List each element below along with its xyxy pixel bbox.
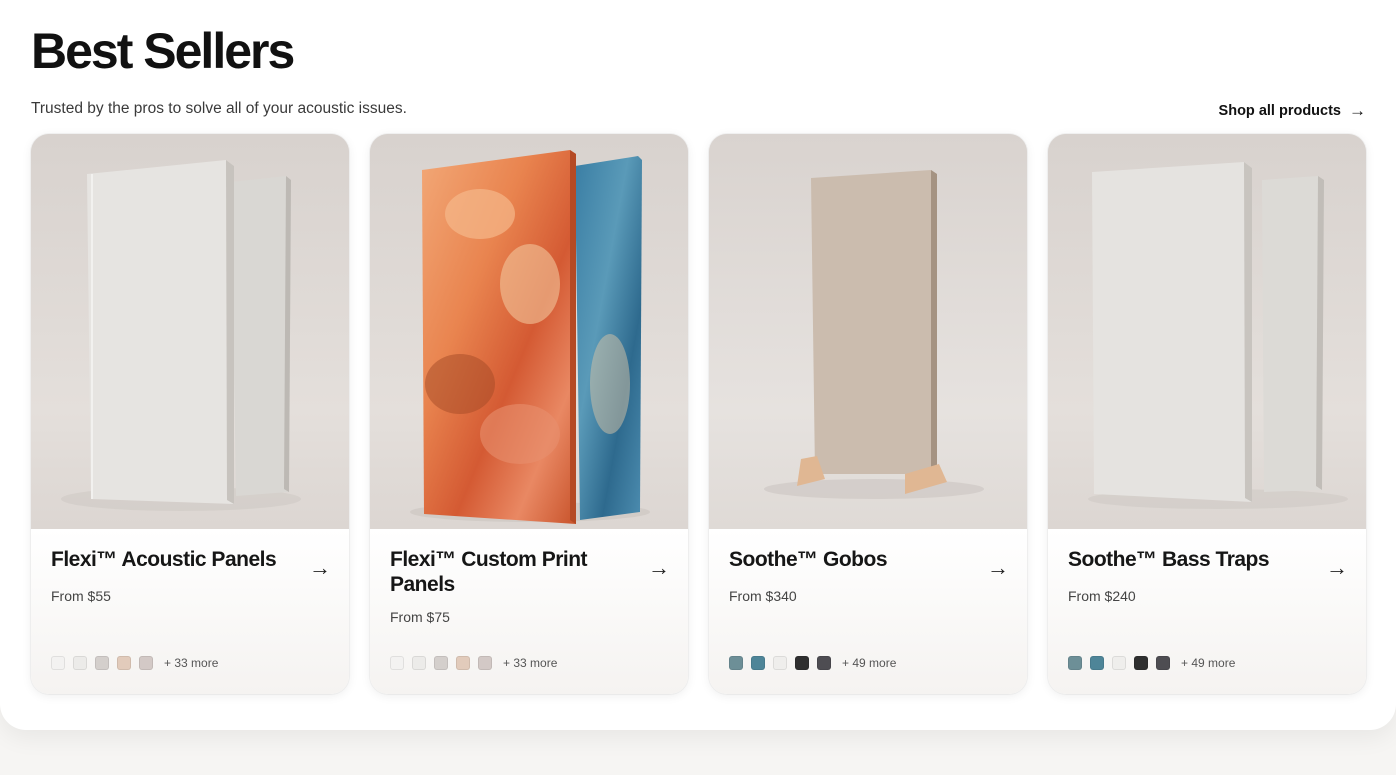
arrow-right-icon[interactable]: →	[648, 555, 670, 581]
product-price: From $55	[51, 588, 111, 604]
color-swatch[interactable]	[1090, 656, 1104, 670]
product-image	[709, 134, 1027, 529]
arrow-right-icon[interactable]: →	[987, 555, 1009, 581]
color-swatch[interactable]	[117, 656, 131, 670]
color-swatch[interactable]	[139, 656, 153, 670]
shop-all-link[interactable]: Shop all products →	[1219, 101, 1366, 121]
color-swatch[interactable]	[456, 656, 470, 670]
shop-all-label: Shop all products	[1218, 103, 1341, 119]
product-info: Flexi™ Acoustic Panels → From $55 + 33 m…	[31, 529, 349, 694]
color-swatches: + 33 more	[51, 656, 218, 670]
product-price: From $340	[729, 588, 797, 604]
color-swatch[interactable]	[1156, 656, 1170, 670]
color-swatch[interactable]	[478, 656, 492, 670]
color-swatch[interactable]	[817, 656, 831, 670]
arrow-right-icon: →	[1349, 101, 1366, 120]
more-colors-label: + 49 more	[1181, 656, 1236, 670]
color-swatch[interactable]	[773, 656, 787, 670]
color-swatch[interactable]	[73, 656, 87, 670]
product-price: From $240	[1068, 588, 1136, 604]
product-grid: Flexi™ Acoustic Panels → From $55 + 33 m…	[31, 134, 1366, 694]
more-colors-label: + 33 more	[164, 656, 219, 670]
color-swatch[interactable]	[751, 656, 765, 670]
more-colors-label: + 49 more	[842, 656, 897, 670]
product-image	[1048, 134, 1366, 529]
color-swatches: + 49 more	[1068, 656, 1235, 670]
color-swatch[interactable]	[390, 656, 404, 670]
color-swatch[interactable]	[51, 656, 65, 670]
arrow-right-icon[interactable]: →	[1326, 555, 1348, 581]
product-price: From $75	[390, 609, 450, 625]
product-info: Soothe™ Bass Traps → From $240 + 49 more	[1048, 529, 1366, 694]
color-swatch[interactable]	[729, 656, 743, 670]
color-swatch[interactable]	[95, 656, 109, 670]
section-subtitle: Trusted by the pros to solve all of your…	[31, 100, 407, 117]
product-image	[31, 134, 349, 529]
color-swatches: + 49 more	[729, 656, 896, 670]
color-swatch[interactable]	[1134, 656, 1148, 670]
more-colors-label: + 33 more	[503, 656, 558, 670]
product-card-flexi-custom-print[interactable]: Flexi™ Custom Print Panels → From $75 + …	[370, 134, 688, 694]
product-card-flexi-acoustic[interactable]: Flexi™ Acoustic Panels → From $55 + 33 m…	[31, 134, 349, 694]
color-swatch[interactable]	[1112, 656, 1126, 670]
product-name: Soothe™ Gobos	[729, 548, 888, 571]
color-swatch[interactable]	[412, 656, 426, 670]
color-swatch[interactable]	[434, 656, 448, 670]
product-card-soothe-bass-traps[interactable]: Soothe™ Bass Traps → From $240 + 49 more	[1048, 134, 1366, 694]
product-info: Soothe™ Gobos → From $340 + 49 more	[709, 529, 1027, 694]
arrow-right-icon[interactable]: →	[309, 555, 331, 581]
color-swatch[interactable]	[795, 656, 809, 670]
product-name: Flexi™ Custom Print Panels	[390, 548, 588, 596]
product-info: Flexi™ Custom Print Panels → From $75 + …	[370, 529, 688, 694]
product-name: Flexi™ Acoustic Panels	[51, 548, 277, 571]
section-title: Best Sellers	[31, 23, 295, 79]
product-card-soothe-gobos[interactable]: Soothe™ Gobos → From $340 + 49 more	[709, 134, 1027, 694]
color-swatch[interactable]	[1068, 656, 1082, 670]
product-image	[370, 134, 688, 529]
color-swatches: + 33 more	[390, 656, 557, 670]
product-name: Soothe™ Bass Traps	[1068, 548, 1270, 571]
best-sellers-section: Best Sellers Trusted by the pros to solv…	[0, 0, 1396, 730]
